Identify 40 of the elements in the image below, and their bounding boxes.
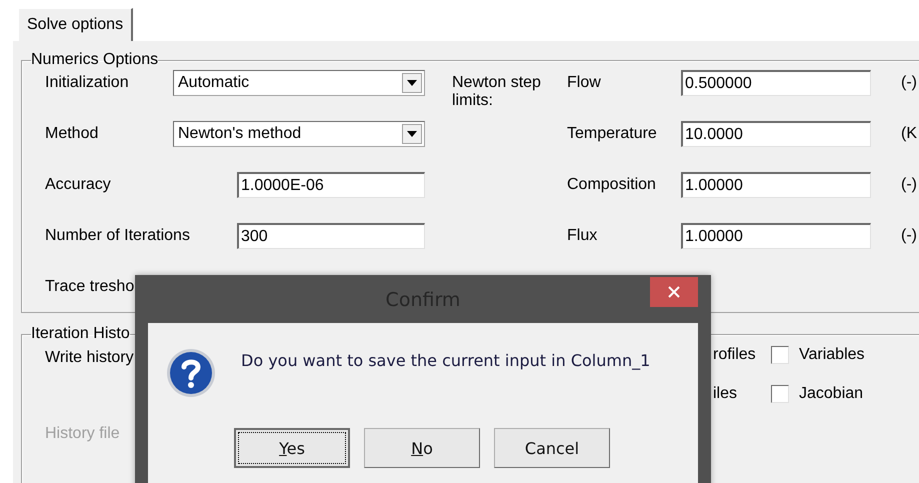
checkbox-label: Variables [799,346,865,364]
dialog-message: Do you want to save the current input in Column_1 [241,351,650,370]
field-label: Method [45,125,100,143]
field-label: Flux [567,227,598,245]
field-label: Write history [45,349,134,367]
field-label: Temperature [567,125,658,143]
checkbox[interactable] [771,385,789,403]
field-label: iles [713,385,738,403]
tab[interactable]: Solve options [18,8,134,41]
dialog-button[interactable]: Cancel [494,428,610,468]
close-icon[interactable] [668,286,680,298]
input-field[interactable]: 1.0000E-06 [237,172,425,198]
field-label: rofiles [713,346,757,364]
group-label: Newton step limits: [452,74,542,110]
unit-label: (-) [901,74,917,92]
checkbox[interactable] [771,346,789,364]
input-field[interactable]: 10.0000 [681,121,871,147]
unit-label: (-) [901,176,917,194]
input-field[interactable]: 0.500000 [681,70,871,96]
checkbox-label: Jacobian [799,385,864,403]
field-label: Trace tresho [45,278,134,296]
field-label: Accuracy [45,176,112,194]
dropdown[interactable]: Newton's method [173,121,425,147]
field-label: Initialization [45,74,130,92]
input-field[interactable]: 1.00000 [681,172,871,198]
group-title: Iteration Histo [31,325,130,343]
unit-label: (K [901,125,917,143]
field-label: Composition [567,176,657,194]
question-icon [166,348,216,398]
dropdown[interactable]: Automatic [173,70,425,96]
unit-label: (-) [901,227,917,245]
group-title: Numerics Options [31,51,158,69]
field-label: Flow [567,74,602,92]
dialog-button[interactable]: Yes [234,428,350,468]
field-label: Number of Iterations [45,227,191,245]
field-label: History file [45,425,120,443]
input-field[interactable]: 1.00000 [681,223,871,249]
dialog-button[interactable]: No [364,428,480,468]
close-button[interactable] [650,277,698,307]
input-field[interactable]: 300 [237,223,425,249]
